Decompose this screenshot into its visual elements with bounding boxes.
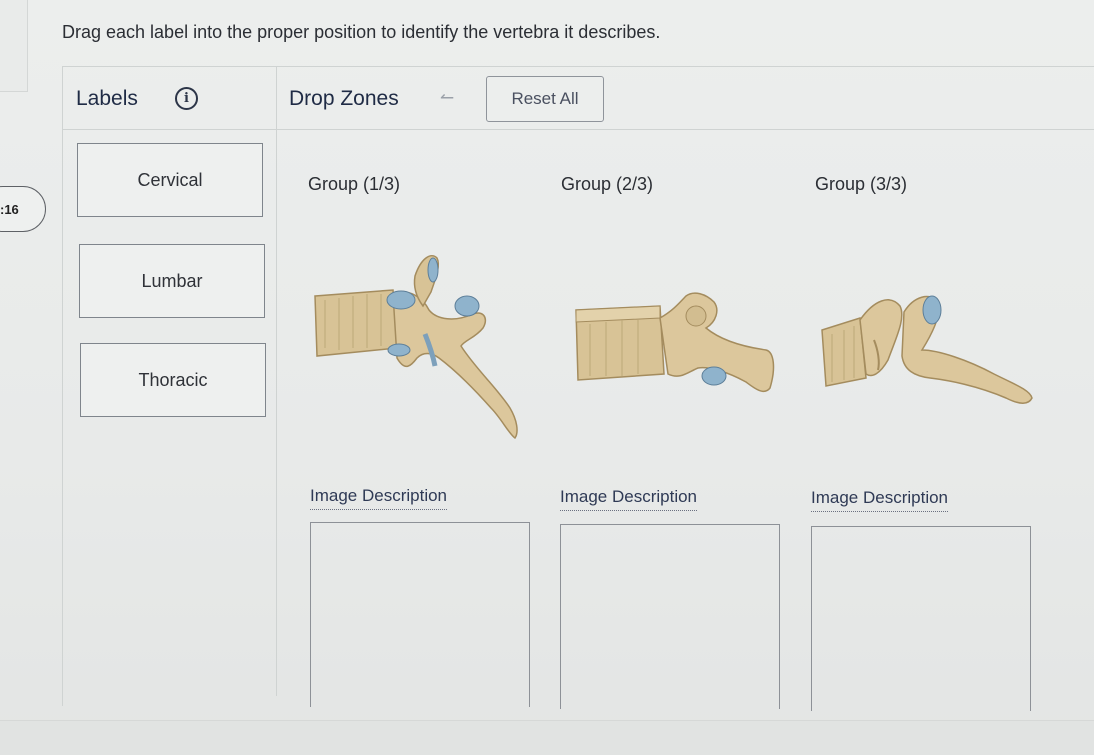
question-instruction: Drag each label into the proper position… xyxy=(62,22,661,42)
bottom-toolbar xyxy=(0,720,1094,755)
group-title-2: Group (2/3) xyxy=(561,174,654,194)
vertebra-image-3 xyxy=(821,295,1033,404)
timer-text: :16 xyxy=(0,202,19,217)
side-panel-edge xyxy=(0,0,28,92)
arrow-left-icon: ↼ xyxy=(440,88,455,107)
group-title-1: Group (1/3) xyxy=(308,174,401,194)
reset-all-button[interactable]: Reset All xyxy=(486,76,604,122)
column-divider xyxy=(276,66,277,696)
group-title-3: Group (3/3) xyxy=(815,174,908,194)
label-cervical[interactable]: Cervical xyxy=(77,143,263,217)
labels-heading: Labels xyxy=(76,87,138,110)
drop-zone-1[interactable] xyxy=(310,522,530,707)
info-icon[interactable]: i xyxy=(175,87,198,110)
drop-zones-heading: Drop Zones xyxy=(289,87,399,110)
image-description-link-1[interactable]: Image Description xyxy=(310,486,448,510)
vertebra-image-2 xyxy=(575,292,775,393)
drop-zone-2[interactable] xyxy=(560,524,780,709)
label-lumbar[interactable]: Lumbar xyxy=(79,244,265,318)
image-description-link-2[interactable]: Image Description xyxy=(560,487,698,511)
image-description-link-3[interactable]: Image Description xyxy=(811,488,949,512)
vertebra-image-1 xyxy=(314,255,518,440)
label-thoracic[interactable]: Thoracic xyxy=(80,343,266,417)
drop-zone-3[interactable] xyxy=(811,526,1031,711)
